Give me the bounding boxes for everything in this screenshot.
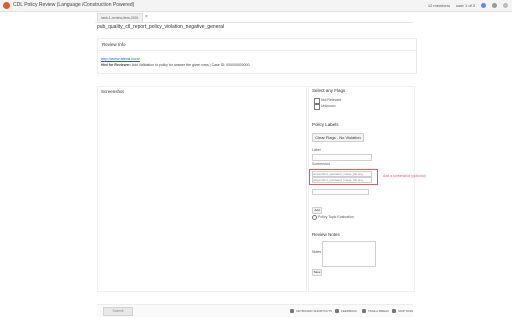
keyboard-shortcuts-label: KEYBOARD SHORTCUTS: [296, 309, 333, 313]
bottom-toolbar: Submit KEYBOARD SHORTCUTS FEEDBACK TAKE …: [97, 304, 413, 317]
user-position: user 1 of 3: [456, 3, 475, 8]
label-field-label: Label: [312, 148, 321, 152]
keyboard-shortcuts-button[interactable]: KEYBOARD SHORTCUTS: [290, 308, 332, 314]
page-title: pub_quality_ctl_report_policy_violation_…: [97, 24, 225, 30]
submit-button[interactable]: Submit: [103, 307, 133, 316]
add-button[interactable]: Add: [312, 207, 322, 214]
take-break-button[interactable]: TAKE A BREAK: [362, 308, 389, 314]
label-input[interactable]: [312, 154, 372, 161]
window-title: CDL Policy Review (Language /Constructio…: [13, 2, 135, 8]
member-count: 12 members: [427, 3, 451, 8]
review-notes-heading: Review Notes: [312, 232, 340, 237]
feedback-icon: [335, 309, 339, 313]
flag-unknown-label: Unknown: [321, 104, 336, 108]
tab-bar: task-1-review-item-0001 ×: [95, 13, 413, 23]
skip-icon: [392, 309, 396, 313]
policy-topic-radio[interactable]: [312, 215, 317, 220]
review-info-card: Review Info http://www.alexa.com/ Hint f…: [97, 38, 417, 74]
skip-task-button[interactable]: SKIP TASK: [392, 308, 413, 314]
review-info-title: Review Info: [102, 42, 126, 47]
screenshot-extra-input[interactable]: [312, 189, 369, 195]
clear-flags-button[interactable]: Clear Flags - No Violation: [312, 133, 364, 142]
window-titlebar: CDL Policy Review (Language /Constructio…: [0, 0, 512, 12]
policy-topic-label: Policy Topic Evaluation: [318, 215, 354, 219]
notes-label: Notes: [312, 250, 322, 254]
close-icon[interactable]: ×: [145, 13, 148, 21]
settings-icon[interactable]: [492, 3, 497, 8]
tab-review-item[interactable]: task-1-review-item-0001: [97, 13, 143, 22]
screenshot-panel-title: Screenshot: [101, 89, 124, 94]
app-logo-icon: [3, 2, 10, 9]
add-screenshot-link[interactable]: Add a screenshot (optional): [383, 174, 426, 178]
divider: [98, 50, 416, 51]
take-break-label: TAKE A BREAK: [368, 309, 390, 313]
skip-task-label: SKIP TASK: [398, 309, 414, 313]
review-hint-label: Hint for Reviewer:: [101, 63, 131, 67]
user-avatar-icon[interactable]: [481, 3, 486, 8]
select-flags-heading: Select any Flags: [312, 88, 346, 93]
source-link[interactable]: http://www.alexa.com/: [101, 56, 140, 61]
notes-textarea[interactable]: [322, 241, 376, 267]
keyboard-icon: [290, 309, 294, 313]
review-hint: Hint for Reviewer: Add Validation to pol…: [101, 63, 250, 67]
flag-not-relevant-label: Not Relevant: [321, 98, 342, 102]
pause-icon: [362, 309, 366, 313]
feedback-label: FEEDBACK: [341, 309, 358, 313]
menu-icon[interactable]: [503, 3, 508, 8]
review-hint-text: Add Validation to policy for answer the …: [131, 63, 250, 67]
screenshot-panel: Screenshot: [97, 86, 307, 292]
feedback-button[interactable]: FEEDBACK: [335, 308, 357, 314]
policy-labels-heading: Policy Labels: [312, 122, 339, 127]
topbar-right: 12 members user 1 of 3: [428, 1, 508, 10]
flag-unknown-checkbox[interactable]: [314, 104, 320, 110]
screenshot-input-2[interactable]: screenshot_uploaded_image_file.png: [312, 177, 372, 183]
screenshot-field-label: Screenshot: [312, 162, 330, 166]
save-button[interactable]: Save: [312, 269, 322, 276]
